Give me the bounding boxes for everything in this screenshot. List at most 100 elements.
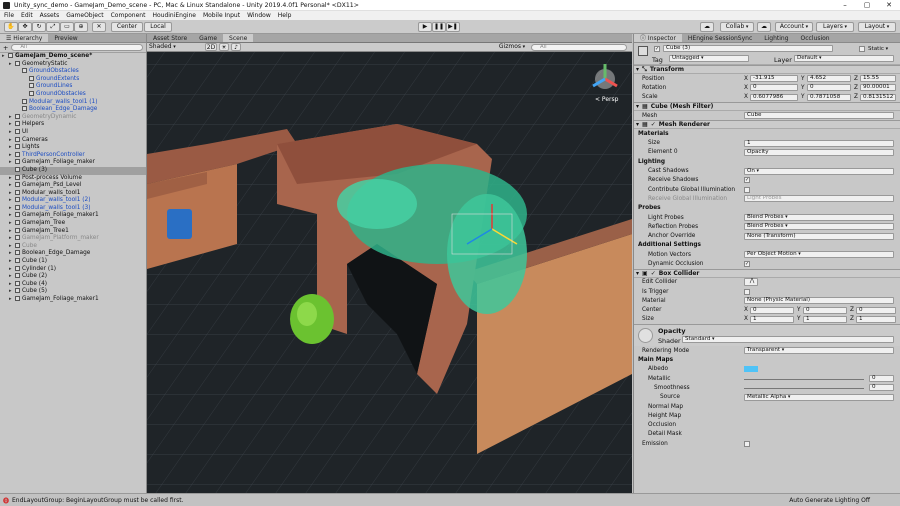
mesh-filter-header[interactable]: ▾ ▦ Cube (Mesh Filter) <box>634 101 900 111</box>
hierarchy-item[interactable]: ▸ GeometryDynamic <box>0 113 146 122</box>
layers-dropdown[interactable]: Layers <box>816 22 854 32</box>
materials-section[interactable]: Materials <box>634 129 900 138</box>
tab-lighting[interactable]: Lighting <box>758 34 794 42</box>
hierarchy-item[interactable]: ▸ Cube (4) <box>0 280 146 289</box>
hierarchy-item[interactable]: Cube (3) <box>0 166 146 175</box>
tab-preview[interactable]: Preview <box>48 34 83 42</box>
hierarchy-item[interactable]: ▸ GameJam_Demo_scene* <box>0 53 146 61</box>
hierarchy-item[interactable]: GroundObstacles <box>0 68 146 76</box>
scene-search-input[interactable]: All <box>531 44 627 51</box>
occlusion-label[interactable]: Occlusion <box>648 422 676 428</box>
rotation-z-field[interactable]: 90.00001 <box>860 84 896 92</box>
menu-file[interactable]: File <box>4 12 14 19</box>
hierarchy-search-input[interactable]: All <box>11 44 143 51</box>
metallic-value[interactable]: 0 <box>869 375 894 383</box>
hand-tool-button[interactable]: ✋ <box>4 22 18 32</box>
scale-tool-button[interactable]: ⤢ <box>46 22 60 32</box>
receive-shadows-checkbox[interactable]: ✓ <box>744 177 750 184</box>
hierarchy-item[interactable]: Boolean_Edge_Damage <box>0 106 146 114</box>
hierarchy-item[interactable]: ▸ Cube (2) <box>0 273 146 281</box>
source-dropdown[interactable]: Metallic Alpha <box>744 393 894 401</box>
cloud-icon[interactable]: ☁ <box>700 22 714 32</box>
size-y-field[interactable]: 1 <box>803 315 847 323</box>
layout-dropdown[interactable]: Layout <box>858 22 896 32</box>
gizmos-dropdown[interactable]: Gizmos <box>497 43 527 51</box>
console-message[interactable]: EndLayoutGroup: BeginLayoutGroup must be… <box>12 497 183 504</box>
hierarchy-item[interactable]: ▸ Modular_walls_tool1 (2) <box>0 197 146 205</box>
scale-x-field[interactable]: 0.6077986 <box>750 93 798 101</box>
detail-mask-label[interactable]: Detail Mask <box>648 431 682 437</box>
persp-label[interactable]: < Persp <box>595 96 618 103</box>
box-collider-header[interactable]: ▾ ▣ ✓ Box Collider <box>634 268 900 278</box>
hierarchy-item[interactable]: ▸ GameJam_Psd_Level <box>0 182 146 190</box>
metallic-slider[interactable] <box>744 379 864 381</box>
object-name-field[interactable]: Cube (3) <box>663 45 833 52</box>
smoothness-value[interactable]: 0 <box>869 384 894 392</box>
scale-z-field[interactable]: 0.8131512 <box>860 93 896 101</box>
rect-tool-button[interactable]: ▭ <box>60 22 74 32</box>
hierarchy-item[interactable]: ▸ GameJam_Tree1 <box>0 227 146 236</box>
menu-mobile-input[interactable]: Mobile Input <box>203 12 240 19</box>
rotate-tool-button[interactable]: ↻ <box>32 22 46 32</box>
hierarchy-item[interactable]: ▸ UI <box>0 128 146 137</box>
menu-gameobject[interactable]: GameObject <box>66 12 103 19</box>
additional-settings-section[interactable]: Additional Settings <box>634 241 900 250</box>
services-cloud-icon[interactable]: ☁ <box>757 22 771 32</box>
close-button[interactable]: ✕ <box>878 0 900 10</box>
tab-hengine-sessionsync[interactable]: HEngine SessionSync <box>682 34 758 42</box>
center-x-field[interactable]: 0 <box>750 306 794 314</box>
hierarchy-item[interactable]: ▸ Helpers <box>0 121 146 129</box>
emission-checkbox[interactable] <box>744 440 750 447</box>
rotation-x-field[interactable]: 0 <box>750 84 798 92</box>
dynamic-occlusion-checkbox[interactable]: ✓ <box>744 260 750 267</box>
hierarchy-item[interactable]: GroundExtents <box>0 75 146 84</box>
size-z-field[interactable]: 1 <box>856 315 896 323</box>
hierarchy-item[interactable]: ▸ Modular_walls_tool1 (3) <box>0 204 146 213</box>
light-probes-dropdown[interactable]: Blend Probes <box>744 214 894 221</box>
transform-header[interactable]: ▾ ⤡ Transform <box>634 65 900 74</box>
center-z-field[interactable]: 0 <box>856 306 896 314</box>
size-x-field[interactable]: 1 <box>750 315 794 323</box>
hierarchy-item[interactable]: ▸ Cube (5) <box>0 288 146 296</box>
probes-section[interactable]: Probes <box>634 204 900 213</box>
edit-collider-button[interactable]: ⋀ <box>744 278 758 287</box>
static-checkbox[interactable] <box>859 46 865 52</box>
lighting-section[interactable]: Lighting <box>634 157 900 166</box>
menu-help[interactable]: Help <box>278 12 292 19</box>
account-dropdown[interactable]: Account <box>775 22 813 32</box>
scene-viewport[interactable]: < Persp <box>147 34 632 493</box>
hierarchy-item[interactable]: ▸ GeometryStatic <box>0 60 146 69</box>
smoothness-slider[interactable] <box>744 388 864 390</box>
motion-vectors-dropdown[interactable]: Per Object Motion <box>744 251 894 259</box>
audio-toggle-icon[interactable]: ♪ <box>231 43 241 51</box>
tab-scene[interactable]: Scene <box>223 34 254 42</box>
shading-dropdown[interactable]: Shaded <box>149 43 199 51</box>
menu-assets[interactable]: Assets <box>40 12 60 19</box>
mesh-field[interactable]: Cube <box>744 112 894 120</box>
hierarchy-item[interactable]: ▸ Cameras <box>0 136 146 145</box>
rendering-mode-dropdown[interactable]: Transparent <box>744 347 894 355</box>
hierarchy-item[interactable]: ▸ Cube <box>0 242 146 251</box>
center-y-field[interactable]: 0 <box>803 306 847 314</box>
hierarchy-item[interactable]: GroundObstacles <box>0 90 146 99</box>
tab-game[interactable]: Game <box>193 34 223 42</box>
pivot-center-toggle[interactable]: Center <box>111 22 143 32</box>
element0-field[interactable]: Opacity <box>744 148 894 156</box>
collab-dropdown[interactable]: Collab <box>720 22 754 32</box>
mesh-renderer-header[interactable]: ▾ ▦ ✓ Mesh Renderer <box>634 120 900 130</box>
albedo-color-swatch[interactable] <box>744 366 758 373</box>
hierarchy-item[interactable]: ▸ GameJam_Foliage_maker <box>0 159 146 167</box>
2d-toggle[interactable]: 2D <box>205 43 217 51</box>
hierarchy-item[interactable]: ▸ Lights <box>0 144 146 152</box>
hierarchy-item[interactable]: ▸ Cylinder (1) <box>0 265 146 274</box>
collider-material-field[interactable]: None (Physic Material) <box>744 297 894 305</box>
hierarchy-item[interactable]: ▸ Boolean_Edge_Damage <box>0 250 146 258</box>
menu-edit[interactable]: Edit <box>21 12 33 19</box>
height-map-label[interactable]: Height Map <box>648 413 681 419</box>
tag-dropdown[interactable]: Untagged <box>669 55 749 62</box>
custom-tool-button[interactable]: ✕ <box>92 22 106 32</box>
materials-size-field[interactable]: 1 <box>744 139 894 147</box>
position-x-field[interactable]: -31.915 <box>750 75 798 83</box>
pause-button[interactable]: ❚❚ <box>432 22 446 32</box>
static-dropdown[interactable]: Static <box>868 46 888 52</box>
